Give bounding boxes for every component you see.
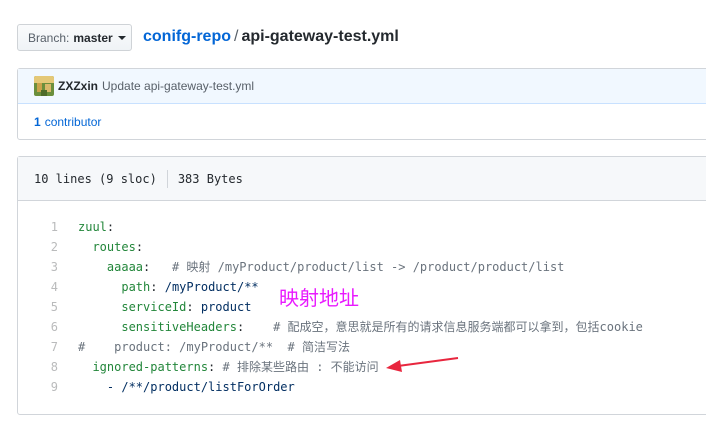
annotation-arrow-icon — [386, 357, 459, 372]
